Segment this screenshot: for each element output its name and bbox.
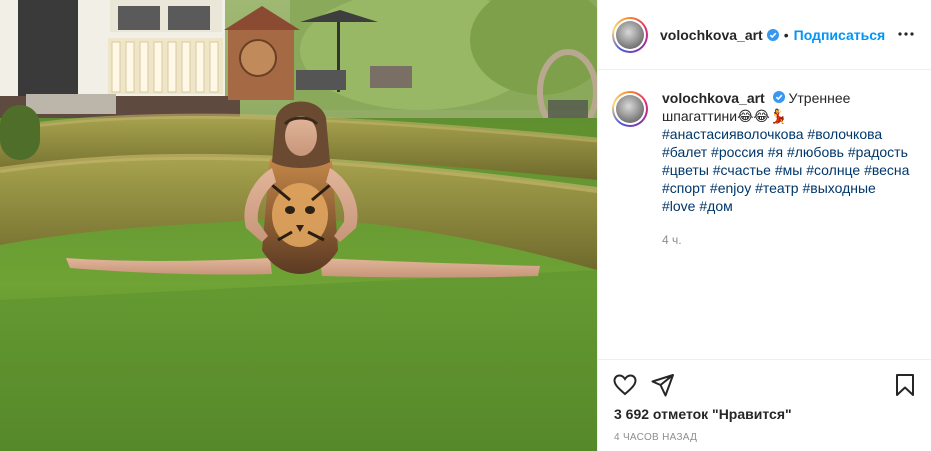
heart-icon[interactable] (612, 372, 638, 398)
bookmark-icon[interactable] (892, 372, 918, 398)
follow-button[interactable]: Подписаться (794, 27, 886, 43)
post-details-panel: volochkova_art • Подписаться volochkova_… (597, 0, 931, 451)
more-options-icon[interactable] (894, 24, 918, 44)
author-username[interactable]: volochkova_art (660, 27, 763, 43)
profile-photo-icon (616, 95, 644, 123)
action-bar (598, 360, 931, 408)
caption-hashtags[interactable]: #анастасияволочкова #волочкова #балет #р… (662, 126, 909, 214)
bench (370, 66, 412, 88)
house (0, 0, 240, 118)
instagram-post: volochkova_art • Подписаться volochkova_… (0, 0, 931, 451)
author-avatar[interactable] (612, 16, 648, 53)
comments-section: volochkova_art Утреннее шпагаттини😂😂💃 #а… (598, 71, 931, 359)
post-header: volochkova_art • Подписаться (598, 0, 931, 70)
likes-count[interactable]: 3 692 отметок "Нравится" (614, 406, 792, 422)
verified-badge-icon (766, 28, 779, 41)
caption-text: volochkova_art Утреннее шпагаттини😂😂💃 #а… (662, 89, 912, 215)
shrub (0, 105, 40, 160)
post-timestamp[interactable]: 4 ЧАСОВ НАЗАД (614, 432, 697, 443)
post-actions: 3 692 отметок "Нравится" 4 ЧАСОВ НАЗАД (598, 359, 931, 443)
caption-avatar[interactable] (612, 91, 648, 127)
caption: volochkova_art Утреннее шпагаттини😂😂💃 #а… (612, 89, 912, 215)
post-photo-canvas (0, 0, 597, 451)
paper-plane-icon[interactable] (650, 372, 676, 398)
separator-dot: • (783, 26, 789, 43)
verified-badge-icon (772, 91, 785, 103)
caption-username[interactable]: volochkova_art (662, 90, 765, 106)
profile-photo-icon (616, 20, 644, 49)
caption-time: 4 ч. (662, 233, 682, 247)
post-photo[interactable] (0, 0, 597, 451)
